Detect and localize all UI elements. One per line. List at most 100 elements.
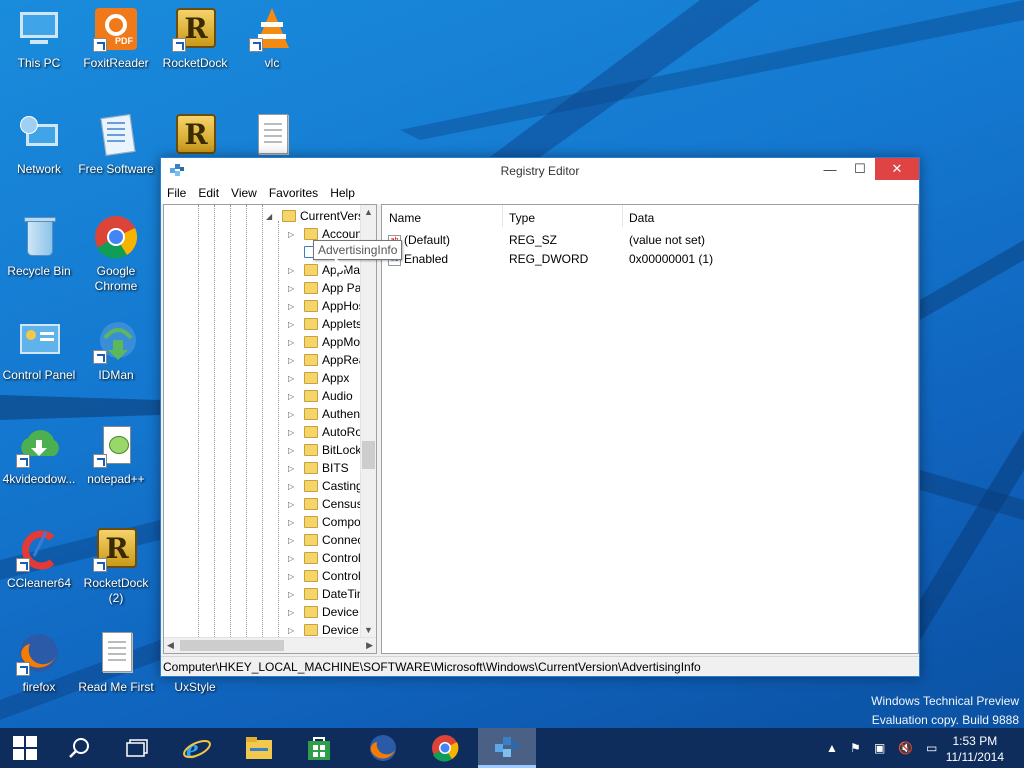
tree-item[interactable]: ▷ Census — [288, 495, 363, 513]
expand-arrow-icon[interactable]: ▷ — [288, 338, 298, 347]
tree-item[interactable]: ▷ Compo — [288, 513, 361, 531]
menu-favorites[interactable]: Favorites — [263, 184, 324, 204]
expand-arrow-icon[interactable]: ▷ — [288, 608, 298, 617]
tree-item[interactable]: ▷ Control — [288, 549, 361, 567]
tree-vertical-scrollbar[interactable]: ▲ ▼ — [360, 205, 376, 637]
expand-arrow-icon[interactable]: ▷ — [288, 536, 298, 545]
scroll-down-arrow-icon[interactable]: ▼ — [364, 625, 373, 635]
column-header-name[interactable]: Name — [389, 211, 421, 225]
desktop-icon-text-file-top[interactable] — [233, 112, 311, 158]
tree-item[interactable]: ▷ BitLock — [288, 441, 361, 459]
expand-arrow-icon[interactable]: ▷ — [288, 428, 298, 437]
tree-item[interactable]: ▷ Appx — [288, 369, 349, 387]
scrollbar-thumb[interactable] — [180, 640, 284, 651]
desktop-icon-firefox[interactable]: firefox — [0, 630, 78, 695]
action-center-flag-icon[interactable]: ⚑ — [850, 741, 861, 755]
desktop-icon-network[interactable]: Network — [0, 112, 78, 177]
system-clock[interactable]: 1:53 PM 11/11/2014 — [946, 733, 1004, 765]
desktop-icon-vlc[interactable]: vlc — [233, 6, 311, 71]
tree-item[interactable]: ▷ Device I — [288, 603, 365, 621]
maximize-button[interactable]: ☐ — [845, 158, 875, 180]
registry-tree-pane[interactable]: ◢ CurrentVers ▷ Accoun ▷ AppMa ▷ App Pat ▷ AppH… — [163, 204, 377, 654]
scrollbar-thumb[interactable] — [362, 441, 375, 469]
tree-item[interactable]: ▷ Applets — [288, 315, 362, 333]
taskbar-store[interactable] — [296, 728, 342, 768]
tree-item-currentversion[interactable]: ◢ CurrentVers — [266, 207, 364, 225]
desktop-icon-rocketdock-2-top[interactable]: R — [156, 112, 234, 158]
tree-item[interactable]: ▷ AppHos — [288, 297, 365, 315]
expand-arrow-icon[interactable]: ▷ — [288, 464, 298, 473]
column-header-data[interactable]: Data — [629, 211, 654, 225]
desktop-icon-notepadpp[interactable]: notepad++ — [77, 422, 155, 487]
expand-arrow-icon[interactable]: ▷ — [288, 266, 298, 275]
scroll-left-arrow-icon[interactable]: ◀ — [167, 640, 174, 651]
tree-item[interactable]: ▷ BITS — [288, 459, 349, 477]
tree-item[interactable]: ▷ AppRea — [288, 351, 365, 369]
tree-horizontal-scrollbar[interactable]: ◀ ▶ — [164, 637, 376, 653]
expand-arrow-icon[interactable]: ▷ — [288, 356, 298, 365]
expand-arrow-icon[interactable]: ▷ — [288, 572, 298, 581]
chevron-up-icon[interactable]: ▲ — [826, 741, 838, 755]
expand-arrow-icon[interactable]: ▷ — [288, 374, 298, 383]
expand-arrow-icon[interactable]: ▷ — [288, 320, 298, 329]
tree-item[interactable]: ▷ AppMa — [288, 261, 360, 279]
tree-item[interactable]: ▷ AutoRo — [288, 423, 362, 441]
expand-arrow-icon[interactable]: ▷ — [288, 230, 298, 239]
tree-item[interactable]: ▷ App Pat — [288, 279, 365, 297]
volume-muted-icon[interactable]: 🔇 — [898, 741, 913, 755]
desktop-icon-idman[interactable]: IDMan — [77, 318, 155, 383]
desktop-icon-read-me-first[interactable]: Read Me First — [77, 630, 155, 695]
menu-edit[interactable]: Edit — [192, 184, 225, 204]
close-button[interactable]: ✕ — [875, 158, 919, 180]
desktop-icon-4kvideodownloader[interactable]: 4kvideodow... — [0, 422, 78, 487]
desktop-icon-ccleaner[interactable]: CCleaner64 — [0, 526, 78, 591]
expand-arrow-icon[interactable]: ▷ — [288, 500, 298, 509]
desktop-icon-free-software[interactable]: Free Software — [77, 112, 155, 177]
expand-arrow-icon[interactable]: ▷ — [288, 554, 298, 563]
desktop-icon-control-panel[interactable]: Control Panel — [0, 318, 78, 383]
title-bar[interactable]: Registry Editor — ☐ ✕ — [161, 158, 919, 184]
network-icon[interactable]: ▣ — [874, 741, 885, 755]
menu-view[interactable]: View — [225, 184, 263, 204]
desktop-icon-this-pc[interactable]: This PC — [0, 6, 78, 71]
tree-item[interactable]: ▷ Control — [288, 567, 361, 585]
menu-help[interactable]: Help — [324, 184, 361, 204]
scroll-right-arrow-icon[interactable]: ▶ — [366, 640, 373, 651]
taskbar-internet-explorer[interactable]: e — [174, 728, 220, 768]
column-header-type[interactable]: Type — [509, 211, 535, 225]
taskbar-chrome[interactable] — [422, 728, 468, 768]
expand-arrow-icon[interactable]: ▷ — [288, 518, 298, 527]
desktop-icon-google-chrome[interactable]: Google Chrome — [77, 214, 155, 294]
desktop-icon-foxit-reader[interactable]: PDF FoxitReader — [77, 6, 155, 71]
desktop-icon-recycle-bin[interactable]: Recycle Bin — [0, 214, 78, 279]
tree-item[interactable]: ▷ Audio — [288, 387, 353, 405]
scroll-up-arrow-icon[interactable]: ▲ — [364, 207, 373, 217]
expand-arrow-icon[interactable]: ▷ — [288, 446, 298, 455]
expand-arrow-icon[interactable]: ▷ — [288, 284, 298, 293]
start-button[interactable] — [2, 728, 48, 768]
minimize-button[interactable]: — — [815, 158, 845, 180]
expand-arrow-icon[interactable]: ▷ — [288, 302, 298, 311]
tree-item[interactable]: ▷ DateTin — [288, 585, 364, 603]
desktop-icon-rocketdock[interactable]: R RocketDock — [156, 6, 234, 71]
desktop-icon-rocketdock-2[interactable]: R RocketDock (2) — [77, 526, 155, 606]
value-row[interactable]: ab(Default) REG_SZ (value not set) — [386, 231, 916, 249]
menu-file[interactable]: File — [161, 184, 192, 204]
taskbar-file-explorer[interactable] — [236, 728, 282, 768]
registry-values-pane[interactable]: Name Type Data ab(Default) REG_SZ (value… — [381, 204, 919, 654]
taskbar-firefox[interactable] — [360, 728, 406, 768]
expand-arrow-icon[interactable]: ▷ — [288, 392, 298, 401]
value-row[interactable]: 01Enabled REG_DWORD 0x00000001 (1) — [386, 250, 916, 268]
expand-arrow-icon[interactable]: ▷ — [288, 590, 298, 599]
taskbar-registry-editor[interactable] — [478, 728, 536, 768]
keyboard-icon[interactable]: ▭ — [926, 741, 937, 755]
expand-arrow-icon[interactable]: ▷ — [288, 410, 298, 419]
tree-item[interactable]: ▷ Casting — [288, 477, 363, 495]
task-view-button[interactable] — [114, 728, 160, 768]
search-button[interactable] — [56, 728, 102, 768]
tree-item[interactable]: ▷ AppMo — [288, 333, 360, 351]
tree-item[interactable]: ▷ Connec — [288, 531, 363, 549]
collapse-icon[interactable]: ◢ — [266, 212, 276, 221]
expand-arrow-icon[interactable]: ▷ — [288, 626, 298, 635]
tree-item[interactable]: ▷ Authen — [288, 405, 360, 423]
